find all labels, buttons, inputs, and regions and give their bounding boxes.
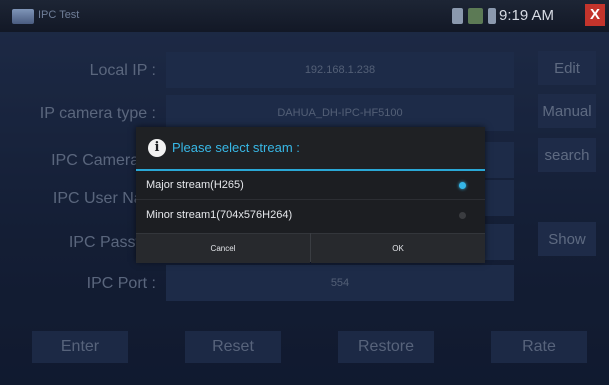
option-label: Major stream(H265) <box>146 179 244 191</box>
app-title: IPC Test <box>38 9 80 21</box>
dialog-header: i Please select stream : <box>136 127 485 171</box>
radio-unselected-icon[interactable] <box>459 212 466 219</box>
option-minor-stream[interactable]: Minor stream1(704x576H264) <box>136 201 485 230</box>
info-icon: i <box>148 139 166 157</box>
divider <box>136 199 485 200</box>
cancel-button[interactable]: Cancel <box>136 233 310 263</box>
option-label: Minor stream1(704x576H264) <box>146 209 293 221</box>
status-bar: IPC Test 9:19 AM X <box>0 0 609 32</box>
network-icon <box>468 8 483 24</box>
battery-icon <box>452 8 463 24</box>
stream-select-dialog: i Please select stream : Major stream(H2… <box>136 127 485 263</box>
option-major-stream[interactable]: Major stream(H265) <box>136 171 485 200</box>
signal-icon <box>488 8 496 24</box>
ok-button[interactable]: OK <box>311 233 485 263</box>
app-logo-icon <box>12 9 34 24</box>
clock: 9:19 AM <box>499 7 555 24</box>
close-button[interactable]: X <box>585 4 605 26</box>
dialog-title: Please select stream : <box>172 140 300 155</box>
radio-selected-icon[interactable] <box>459 182 466 189</box>
